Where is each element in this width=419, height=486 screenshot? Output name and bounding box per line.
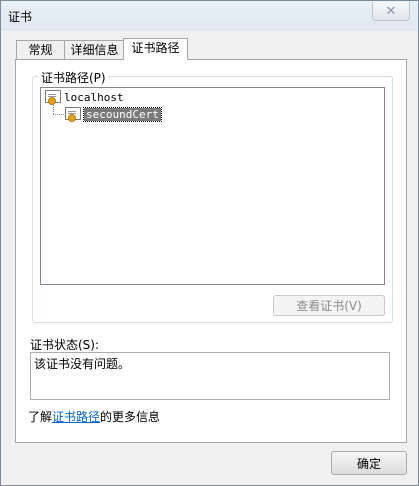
view-certificate-button[interactable]: 查看证书(V)	[273, 295, 385, 316]
certification-path-group-label: 证书路径(P)	[39, 69, 108, 86]
close-icon: ✕	[385, 3, 397, 19]
certificate-icon	[45, 90, 61, 105]
tab-certification-path-label: 证书路径	[131, 41, 180, 55]
certificate-status-label: 证书状态(S):	[30, 338, 100, 352]
certificate-status-text: 该证书没有问题。	[34, 357, 131, 371]
view-certificate-button-label: 查看证书(V)	[296, 299, 362, 313]
title-bar: 证书 ✕	[1, 1, 418, 31]
ok-button-label: 确定	[356, 456, 381, 471]
certificate-dialog: 证书 ✕ 常规 详细信息 证书路径 证书路径(P) localhost seco…	[0, 0, 419, 486]
learn-more-text: 了解证书路径的更多信息	[28, 408, 160, 425]
tree-node-localhost[interactable]: localhost	[45, 90, 124, 105]
certification-path-group: 证书路径(P) localhost secoundCert 查看证书(V)	[32, 69, 393, 323]
tab-certification-path[interactable]: 证书路径	[123, 38, 188, 60]
tree-node-label: localhost	[64, 90, 124, 104]
tree-node-label-selected: secoundCert	[83, 106, 162, 122]
learn-more-suffix: 的更多信息	[100, 410, 161, 424]
tab-details[interactable]: 详细信息	[64, 40, 125, 60]
tab-details-label: 详细信息	[70, 43, 119, 57]
ok-button[interactable]: 确定	[331, 451, 407, 475]
tab-general-label: 常规	[28, 43, 53, 57]
certification-path-tree[interactable]: localhost secoundCert	[40, 87, 385, 285]
certification-path-panel: 证书路径(P) localhost secoundCert 查看证书(V) 证书…	[15, 59, 407, 443]
window-title: 证书	[8, 10, 33, 24]
tab-general[interactable]: 常规	[16, 40, 65, 60]
learn-more-prefix: 了解	[28, 410, 53, 424]
certification-path-link[interactable]: 证书路径	[52, 410, 100, 424]
certificate-status-box[interactable]: 该证书没有问题。	[30, 352, 390, 400]
close-button[interactable]: ✕	[372, 2, 410, 21]
certificate-icon	[65, 107, 81, 122]
tree-connector-horizontal	[53, 114, 64, 115]
tree-node-secoundcert[interactable]: secoundCert	[65, 106, 162, 122]
